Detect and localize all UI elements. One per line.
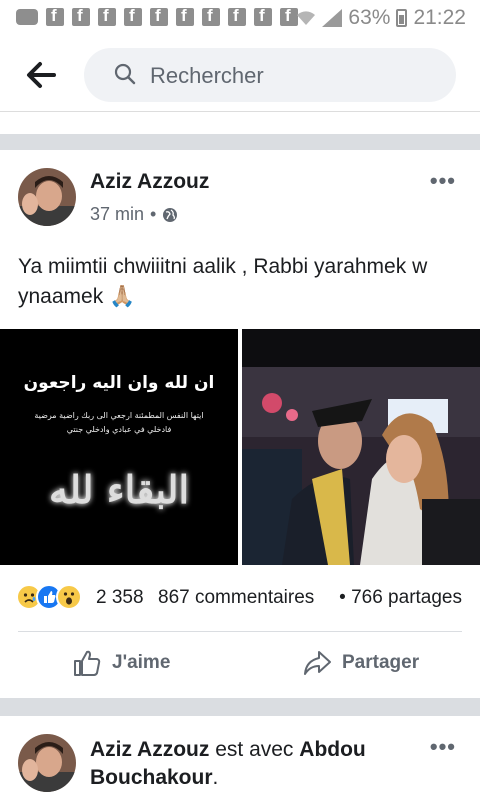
folded-hands-emoji: 🙏🏼: [109, 285, 136, 308]
post-photo[interactable]: [242, 329, 480, 565]
share-button[interactable]: Partager: [302, 648, 419, 678]
post-divider: [18, 631, 462, 632]
globe-icon: [163, 207, 178, 222]
avatar[interactable]: [18, 168, 76, 226]
feed-post: Aziz Azzouz 37 min • ••• Ya miimtii chwi…: [0, 150, 480, 698]
end-punct: .: [212, 766, 219, 789]
thumbs-up-icon: [74, 650, 101, 676]
post-options-icon[interactable]: •••: [430, 168, 456, 194]
post-time[interactable]: 37 min: [90, 204, 144, 225]
battery-percent: 63%: [348, 6, 391, 29]
facebook-notification-icon: [72, 6, 90, 26]
photo-caption-line: البقاء لله: [48, 467, 190, 512]
facebook-notification-icon: [280, 6, 298, 26]
wow-reaction-icon: [56, 584, 82, 610]
post-text-content: Ya miimtii chwiiitni aalik , Rabbi yarah…: [18, 255, 428, 308]
facebook-notification-icon: [46, 6, 64, 26]
with-text: est avec: [209, 738, 300, 761]
back-arrow-icon[interactable]: [24, 60, 58, 90]
wifi-icon: [297, 11, 316, 25]
facebook-notification-icon: [202, 6, 220, 26]
signal-icon: [322, 9, 343, 27]
feed-post: Aziz Azzouz est avec Abdou Bouchakour. •…: [0, 716, 480, 800]
shares-label: 766 partages: [351, 587, 462, 608]
avatar[interactable]: [18, 734, 76, 792]
facebook-notification-icon: [228, 6, 246, 26]
post-text: Ya miimtii chwiiitni aalik , Rabbi yarah…: [18, 252, 462, 312]
meta-separator: •: [150, 204, 157, 224]
search-placeholder: Rechercher: [150, 63, 264, 88]
post-options-icon[interactable]: •••: [430, 734, 456, 760]
photo-caption-line: ايتها النفس المطمئنة ارجعي الى ربك راضية…: [34, 411, 204, 420]
share-arrow-icon: [304, 651, 331, 675]
share-label: Partager: [342, 652, 420, 673]
status-bar: 63% 21:22: [0, 0, 480, 36]
feed-separator: [0, 134, 480, 150]
notification-icons: [16, 6, 298, 26]
feed-separator: [0, 698, 480, 716]
facebook-notification-icon: [150, 6, 168, 26]
graduation-photo: [242, 367, 480, 565]
facebook-notification-icon: [254, 6, 272, 26]
clock: 21:22: [413, 6, 466, 29]
photo-caption-line: فادخلي في عبادي وادخلي جنتي: [66, 425, 172, 434]
photo-caption-line: ان لله وان اليه راجعون: [23, 373, 215, 393]
comments-count[interactable]: 867 commentaires: [158, 587, 314, 609]
post-author[interactable]: Aziz Azzouz: [90, 170, 209, 194]
post-photo[interactable]: ان لله وان اليه راجعون ايتها النفس المطم…: [0, 329, 238, 565]
post-author[interactable]: Aziz Azzouz: [90, 738, 209, 761]
shares-separator: •: [339, 587, 346, 608]
post-meta: 37 min •: [90, 204, 178, 225]
reaction-icons[interactable]: [16, 584, 82, 610]
search-icon: [114, 63, 136, 85]
search-input[interactable]: Rechercher: [84, 48, 456, 102]
facebook-notification-icon: [176, 6, 194, 26]
post-header-text: Aziz Azzouz est avec Abdou Bouchakour.: [90, 736, 410, 792]
facebook-notification-icon: [98, 6, 116, 26]
shares-count[interactable]: • 766 partages: [339, 587, 462, 609]
battery-icon: [396, 9, 408, 27]
search-header: Rechercher: [0, 36, 480, 112]
like-button[interactable]: J'aime: [72, 648, 170, 678]
facebook-notification-icon: [124, 6, 142, 26]
messenger-icon: [16, 9, 38, 25]
system-status: 63% 21:22: [296, 6, 466, 30]
reaction-count[interactable]: 2 358: [96, 587, 144, 609]
like-label: J'aime: [112, 652, 171, 673]
